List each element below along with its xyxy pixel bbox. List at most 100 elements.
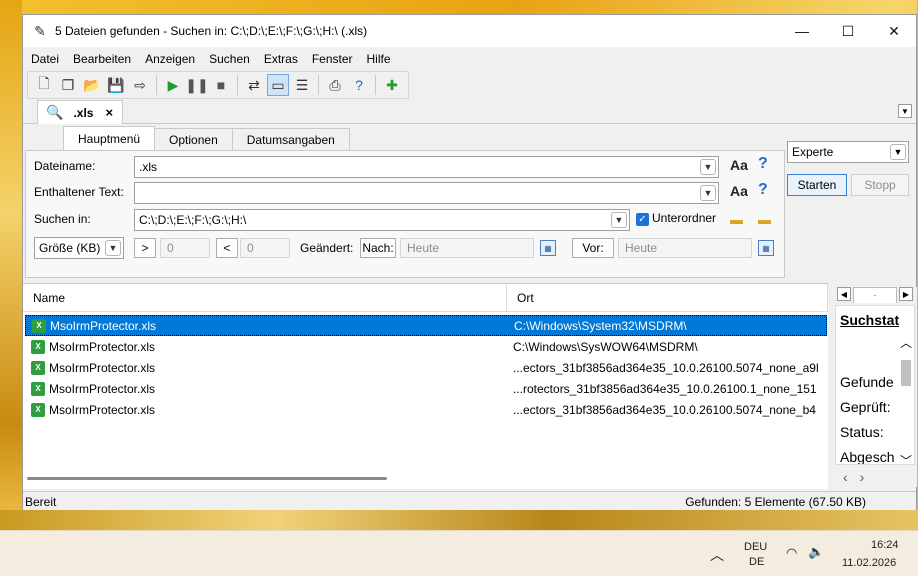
menu-suchen[interactable]: Suchen — [209, 52, 250, 66]
table-row[interactable]: X MsoIrmProtector.xls C:\Windows\SysWOW6… — [25, 336, 827, 357]
menu-hilfe[interactable]: Hilfe — [367, 52, 391, 66]
new-file-icon[interactable]: 🗋 — [33, 74, 55, 96]
vertical-scrollbar[interactable]: ︿ ﹀ — [898, 334, 914, 464]
folder-group-icon[interactable]: ▬ — [758, 212, 776, 227]
swap-view-icon[interactable]: ⇄ — [243, 74, 265, 96]
tab-optionen[interactable]: Optionen — [154, 128, 233, 150]
case-sensitive-icon[interactable]: Aa — [730, 183, 748, 199]
language-indicator-top[interactable]: DEU — [744, 541, 767, 553]
case-sensitive-icon[interactable]: Aa — [730, 157, 748, 173]
chevron-up-icon[interactable]: ︿ — [898, 334, 914, 350]
chevron-down-icon[interactable]: ▼ — [700, 185, 716, 201]
next-panel-icon[interactable]: ▶ — [899, 287, 913, 301]
layout-view-icon[interactable]: ▭ — [267, 74, 289, 96]
minimize-button[interactable]: — — [779, 15, 825, 47]
excel-file-icon: X — [31, 381, 45, 396]
size-select[interactable]: Größe (KB) ▼ — [34, 237, 124, 259]
folder-icon[interactable]: ▬ — [730, 212, 748, 227]
status-panel-tab[interactable]: · — [853, 287, 897, 303]
search-panel: Hauptmenü Optionen Datumsangaben Dateina… — [23, 125, 916, 283]
subfolders-checkbox[interactable]: ✓ — [636, 213, 649, 226]
print-icon[interactable]: ⎙ — [324, 74, 346, 96]
stop-icon[interactable]: ■ — [210, 74, 232, 96]
table-row[interactable]: X MsoIrmProtector.xls ...rotectors_31bf3… — [25, 378, 827, 399]
tab-datumsangaben[interactable]: Datumsangaben — [231, 128, 350, 150]
horizontal-scrollbar[interactable] — [23, 470, 828, 488]
horizontal-scroll-arrows-icon[interactable]: ‹› — [843, 469, 876, 485]
max-size-input[interactable]: 0 — [240, 238, 290, 258]
status-state: Status: — [840, 424, 884, 440]
help-icon[interactable]: ? — [758, 181, 768, 199]
pause-icon[interactable]: ❚❚ — [185, 74, 208, 96]
menu-bearbeiten[interactable]: Bearbeiten — [73, 52, 131, 66]
filename-value: .xls — [139, 160, 157, 174]
tab-list-dropdown-icon[interactable]: ▼ — [898, 104, 912, 118]
prev-panel-icon[interactable]: ◀ — [837, 287, 851, 301]
magnifier-icon: 🔍 — [46, 104, 64, 120]
chevron-down-icon[interactable]: ▼ — [611, 212, 627, 228]
before-date-input[interactable]: Heute — [618, 238, 752, 258]
tab-hauptmenue[interactable]: Hauptmenü — [63, 126, 156, 150]
clock-date[interactable]: 11.02.2026 — [842, 557, 896, 569]
close-button[interactable]: ✕ — [871, 15, 917, 47]
search-tab[interactable]: 🔍 .xls × — [37, 100, 123, 124]
chevron-down-icon[interactable]: ▼ — [105, 240, 121, 256]
excel-file-icon: X — [32, 318, 46, 333]
after-date-input[interactable]: Heute — [400, 238, 534, 258]
chevron-down-icon[interactable]: ▼ — [700, 159, 716, 175]
contained-text-input[interactable]: ▼ — [134, 182, 719, 204]
status-finished: Abgesch — [840, 449, 895, 465]
speaker-icon[interactable]: 🔈 — [808, 544, 824, 560]
title-bar[interactable]: ✎ 5 Dateien gefunden - Suchen in: C:\;D:… — [23, 15, 916, 47]
maximize-button[interactable]: ☐ — [825, 15, 871, 47]
save-icon[interactable]: 💾 — [105, 74, 127, 96]
row-location: C:\Windows\SysWOW64\MSDRM\ — [513, 339, 698, 354]
filename-input[interactable]: .xls ▼ — [134, 156, 719, 178]
table-row[interactable]: X MsoIrmProtector.xls ...ectors_31bf3856… — [25, 357, 827, 378]
table-row[interactable]: X MsoIrmProtector.xls C:\Windows\System3… — [25, 315, 827, 336]
calendar-icon[interactable]: ▦ — [540, 240, 556, 256]
menu-datei[interactable]: Datei — [31, 52, 59, 66]
status-title: Suchstat — [840, 312, 900, 328]
wifi-icon[interactable]: ◠ — [786, 545, 797, 561]
table-row[interactable]: X MsoIrmProtector.xls ...ectors_31bf3856… — [25, 399, 827, 420]
close-tab-icon[interactable]: × — [105, 105, 113, 120]
row-location: ...rotectors_31bf3856ad364e35_10.0.26100… — [513, 381, 817, 396]
export-icon[interactable]: ⇨ — [129, 74, 151, 96]
menu-anzeigen[interactable]: Anzeigen — [145, 52, 195, 66]
properties-icon[interactable]: ☰ — [291, 74, 313, 96]
column-header-name[interactable]: Name — [23, 284, 507, 312]
scrollbar-thumb[interactable] — [901, 360, 911, 386]
help-book-icon[interactable]: ? — [348, 74, 370, 96]
language-indicator-bottom[interactable]: DE — [749, 556, 764, 568]
calendar-icon[interactable]: ▦ — [758, 240, 774, 256]
copy-icon[interactable]: ❐ — [57, 74, 79, 96]
column-header-location[interactable]: Ort — [507, 284, 828, 312]
after-button[interactable]: Nach: — [360, 238, 396, 258]
less-than-button[interactable]: < — [216, 238, 238, 258]
help-icon[interactable]: ? — [758, 155, 768, 173]
menu-extras[interactable]: Extras — [264, 52, 298, 66]
row-name: MsoIrmProtector.xls — [49, 381, 156, 396]
greater-than-button[interactable]: > — [134, 238, 156, 258]
play-icon[interactable]: ▶ — [162, 74, 184, 96]
filename-label: Dateiname: — [34, 159, 96, 173]
search-in-input[interactable]: C:\;D:\;E:\;F:\;G:\;H:\ ▼ — [134, 209, 630, 231]
chevron-down-icon[interactable]: ▼ — [890, 144, 906, 160]
start-button[interactable]: Starten — [787, 174, 847, 196]
menu-fenster[interactable]: Fenster — [312, 52, 353, 66]
scrollbar-thumb[interactable] — [27, 477, 387, 480]
toolbar-separator — [318, 75, 319, 95]
plugin-icon[interactable]: ✚ — [381, 74, 403, 96]
open-folder-icon[interactable]: 📂 — [81, 74, 103, 96]
status-found-count: Gefunden: 5 Elemente (67.50 KB) — [685, 495, 866, 509]
min-size-input[interactable]: 0 — [160, 238, 210, 258]
before-button[interactable]: Vor: — [572, 238, 614, 258]
clock-time[interactable]: 16:24 — [871, 539, 899, 551]
status-found: Gefunde — [840, 374, 894, 390]
app-icon: ✎ — [34, 22, 46, 39]
mode-select[interactable]: Experte ▼ — [787, 141, 909, 163]
chevron-up-icon[interactable]: ︿ — [710, 545, 724, 565]
stop-button[interactable]: Stopp — [851, 174, 909, 196]
chevron-down-icon[interactable]: ﹀ — [898, 452, 914, 464]
